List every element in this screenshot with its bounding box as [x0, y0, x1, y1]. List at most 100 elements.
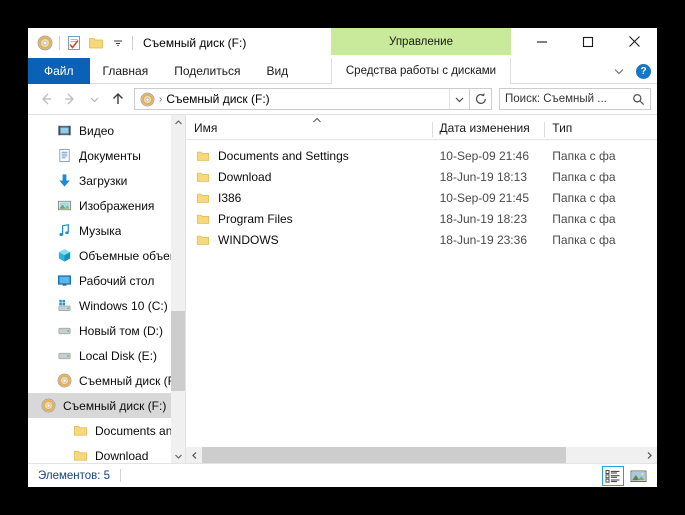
sidebar-item-videos[interactable]: Видео — [28, 118, 171, 143]
sidebar-item-downloads[interactable]: Загрузки — [28, 168, 171, 193]
sidebar-item-drive-e[interactable]: Local Disk (E:) — [28, 343, 171, 368]
window-controls — [519, 28, 657, 55]
file-name-cell[interactable]: Download — [186, 170, 432, 184]
sidebar-item-pictures[interactable]: Изображения — [28, 193, 171, 218]
maximize-button[interactable] — [565, 28, 611, 55]
file-name-cell[interactable]: I386 — [186, 191, 432, 205]
table-row[interactable]: Download 18-Jun-19 18:13 Папка с фа — [186, 166, 657, 187]
tab-share[interactable]: Поделиться — [161, 58, 253, 84]
address-input[interactable]: › Съемный диск (F:) — [134, 88, 470, 110]
navigation-list: Видео Документы Загрузки Изображения Муз… — [28, 115, 171, 463]
navigation-scrollbar[interactable] — [171, 115, 185, 463]
horizontal-scroll-track[interactable] — [202, 447, 641, 463]
search-icon[interactable] — [632, 93, 645, 106]
video-icon — [56, 123, 72, 139]
file-name-cell[interactable]: Program Files — [186, 212, 432, 226]
file-date-cell: 10-Sep-09 21:45 — [439, 190, 529, 205]
file-type-cell: Папка с фа — [552, 232, 616, 247]
help-icon[interactable]: ? — [636, 63, 651, 79]
file-date-cell: 10-Sep-09 21:46 — [439, 148, 529, 163]
disc-drive-icon — [56, 373, 72, 389]
tab-view[interactable]: Вид — [253, 58, 301, 84]
downloads-icon — [56, 173, 72, 189]
file-name-cell[interactable]: Documents and Settings — [186, 149, 432, 163]
sidebar-item-windows-drive[interactable]: Windows 10 (C:) — [28, 293, 171, 318]
chevron-down-icon[interactable] — [449, 89, 469, 109]
folder-icon — [196, 170, 210, 184]
breadcrumb-path[interactable]: Съемный диск (F:) — [166, 92, 269, 106]
table-row[interactable]: Documents and Settings 10-Sep-09 21:46 П… — [186, 145, 657, 166]
sidebar-item-desktop[interactable]: Рабочий стол — [28, 268, 171, 293]
horizontal-scroll-thumb[interactable] — [202, 447, 567, 463]
file-date-cell: 18-Jun-19 23:36 — [439, 232, 527, 247]
tab-drive-tools[interactable]: Средства работы с дисками — [331, 58, 511, 84]
sidebar-item-label: Документы — [79, 148, 141, 163]
breadcrumb[interactable]: › Съемный диск (F:) — [135, 92, 449, 107]
file-type-cell: Папка с фа — [552, 190, 616, 205]
explorer-window: Съемный диск (F:) Управление Файл Главна… — [28, 28, 657, 487]
file-list-pane: Имя Дата изменения Тип Documents and Set… — [185, 115, 657, 463]
forward-button[interactable] — [58, 87, 82, 111]
back-button[interactable] — [34, 87, 58, 111]
thumbnails-view-button[interactable] — [627, 466, 649, 486]
folder-icon — [72, 448, 88, 464]
sidebar-item-label: Загрузки — [79, 173, 128, 188]
folder-icon — [196, 233, 210, 247]
scroll-right-icon[interactable] — [641, 447, 657, 463]
up-button[interactable] — [106, 87, 130, 111]
details-view-button[interactable] — [602, 466, 624, 486]
sidebar-item-download[interactable]: Download — [28, 443, 171, 463]
folder-icon — [196, 191, 210, 205]
table-row[interactable]: WINDOWS 18-Jun-19 23:36 Папка с фа — [186, 229, 657, 250]
scroll-up-icon[interactable] — [171, 115, 185, 129]
properties-icon[interactable] — [63, 32, 85, 54]
tab-file[interactable]: Файл — [28, 58, 90, 84]
quick-access-toolbar — [28, 32, 136, 54]
sidebar-item-removable-drive[interactable]: Съемный диск (F:) — [28, 368, 171, 393]
chevron-down-icon[interactable] — [610, 62, 628, 80]
minimize-button[interactable] — [519, 28, 565, 55]
sidebar-item-documents-and-settings[interactable]: Documents and Settings — [28, 418, 171, 443]
qat-dropdown-icon[interactable] — [107, 32, 129, 54]
new-folder-icon[interactable] — [85, 32, 107, 54]
file-name-cell[interactable]: WINDOWS — [186, 233, 432, 247]
scroll-down-icon[interactable] — [171, 449, 185, 463]
refresh-button[interactable] — [470, 88, 492, 110]
close-button[interactable] — [611, 28, 657, 55]
column-header-name[interactable]: Имя — [186, 121, 432, 139]
search-placeholder: Поиск: Съемный ... — [505, 93, 607, 105]
documents-icon — [56, 148, 72, 164]
drive-icon — [56, 323, 72, 339]
search-input[interactable]: Поиск: Съемный ... — [499, 88, 651, 110]
tab-home[interactable]: Главная — [90, 58, 162, 84]
navigation-scroll-track[interactable] — [171, 129, 185, 449]
column-header-type[interactable]: Тип — [544, 121, 657, 139]
table-row[interactable]: I386 10-Sep-09 21:45 Папка с фа — [186, 187, 657, 208]
navigation-scroll-thumb[interactable] — [171, 311, 185, 392]
recent-locations-button[interactable] — [82, 87, 106, 111]
sidebar-item-removable-drive-selected[interactable]: Съемный диск (F:) — [28, 393, 171, 418]
sidebar-item-drive-d[interactable]: Новый том (D:) — [28, 318, 171, 343]
view-mode-buttons — [602, 466, 649, 486]
column-header-date[interactable]: Дата изменения — [431, 121, 545, 139]
sidebar-item-music[interactable]: Музыка — [28, 218, 171, 243]
disc-drive-icon — [40, 398, 56, 414]
window-title: Съемный диск (F:) — [143, 36, 247, 50]
pictures-icon — [56, 198, 72, 214]
sidebar-item-label: Музыка — [79, 223, 122, 238]
file-name-label: Download — [218, 169, 272, 184]
item-count-label: Элементов: 5 — [38, 469, 111, 482]
sidebar-item-label: Local Disk (E:) — [79, 348, 158, 363]
folder-icon — [196, 212, 210, 226]
file-list-horizontal-scrollbar[interactable] — [186, 447, 657, 463]
explorer-body: Видео Документы Загрузки Изображения Муз… — [28, 114, 657, 463]
sidebar-item-label: Изображения — [79, 198, 155, 213]
disc-drive-icon[interactable] — [34, 32, 56, 54]
breadcrumb-separator: › — [159, 93, 163, 105]
sidebar-item-label: Новый том (D:) — [79, 323, 163, 338]
file-date-cell: 18-Jun-19 18:23 — [439, 211, 527, 226]
sidebar-item-documents[interactable]: Документы — [28, 143, 171, 168]
table-row[interactable]: Program Files 18-Jun-19 18:23 Папка с фа — [186, 208, 657, 229]
scroll-left-icon[interactable] — [186, 447, 202, 463]
sidebar-item-3d-objects[interactable]: Объемные объекты — [28, 243, 171, 268]
